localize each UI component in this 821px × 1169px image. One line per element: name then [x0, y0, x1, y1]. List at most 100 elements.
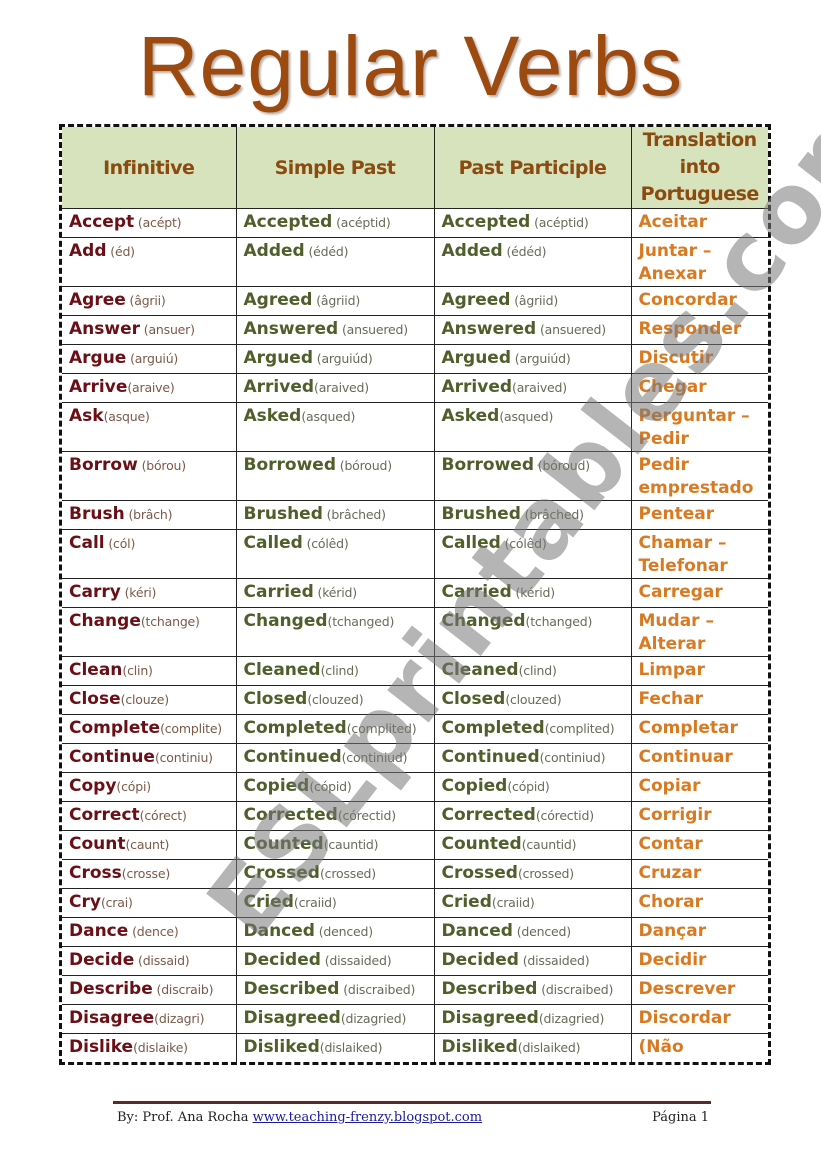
cell-translation: Aceitar	[630, 208, 768, 238]
cell-infinitive-pronunciation: (tchange)	[140, 614, 200, 629]
cell-infinitive-pronunciation: (asque)	[103, 409, 150, 424]
cell-simple-past-pronunciation: (bóroud)	[336, 458, 392, 473]
table-row: Close(clouze) Closed(clouzed) Closed(clouz…	[62, 685, 768, 715]
table-row: Change(tchange) Changed(tchanged) Changed(…	[62, 607, 768, 657]
cell-past-participle-pronunciation: (clind)	[518, 663, 557, 678]
cell-simple-past: Agreed (âgriid)	[235, 286, 435, 316]
cell-past-participle-pronunciation: (denced)	[512, 924, 571, 939]
page-title: Regular Verbs	[137, 19, 684, 113]
cell-infinitive-pronunciation: (córect)	[139, 808, 187, 823]
cell-infinitive: Ask(asque)	[62, 402, 237, 452]
cell-simple-past-pronunciation: (acéptid)	[332, 215, 391, 230]
cell-infinitive-pronunciation: (dizagri)	[154, 1011, 205, 1026]
cell-infinitive-pronunciation: (dissaid)	[134, 953, 190, 968]
cell-translation: Limpar	[630, 656, 768, 686]
cell-simple-past: Added (édéd)	[235, 237, 435, 287]
footer-author: By: Prof. Ana Rocha	[117, 1110, 253, 1125]
cell-simple-past-pronunciation: (córectid)	[337, 808, 396, 823]
cell-past-participle: Disliked(dislaiked)	[433, 1033, 632, 1062]
cell-past-participle-pronunciation: (bóroud)	[534, 458, 590, 473]
cell-infinitive: Brush (brâch)	[62, 500, 237, 530]
cell-past-participle: Agreed (âgriid)	[433, 286, 632, 316]
cell-past-participle-word: Decided	[441, 950, 519, 970]
cell-simple-past-pronunciation: (tchanged)	[327, 614, 395, 629]
cell-simple-past-pronunciation: (crossed)	[319, 866, 376, 881]
cell-past-participle-pronunciation: (crossed)	[517, 866, 574, 881]
cell-infinitive-word: Cry	[69, 892, 101, 912]
cell-infinitive-pronunciation: (bórou)	[137, 458, 187, 473]
cell-simple-past: Borrowed (bóroud)	[235, 451, 435, 501]
table-row: Correct(córect) Corrected(córectid) Correc…	[62, 801, 768, 831]
cell-past-participle: Brushed (brâched)	[433, 500, 632, 530]
cell-simple-past-word: Continued	[243, 747, 342, 767]
cell-simple-past-word: Cleaned	[243, 660, 321, 680]
cell-simple-past-word: Answered	[243, 319, 339, 339]
cell-translation: Pedir emprestado	[630, 451, 768, 501]
cell-simple-past: Copied(cópid)	[235, 772, 435, 802]
cell-simple-past-pronunciation: (complited)	[346, 721, 417, 736]
cell-simple-past-word: Counted	[243, 834, 324, 854]
cell-infinitive-word: Cross	[69, 863, 122, 883]
cell-simple-past-pronunciation: (craiid)	[293, 895, 337, 910]
cell-simple-past: Asked(asqued)	[235, 402, 435, 452]
table-row: Cross(crosse) Crossed(crossed) Crossed(cro…	[62, 859, 768, 889]
cell-simple-past-word: Called	[243, 533, 303, 553]
cell-infinitive-word: Correct	[69, 805, 140, 825]
cell-past-participle-pronunciation: (édéd)	[502, 244, 547, 259]
table-row: Accept (acépt) Accepted (acéptid) Accepted…	[62, 208, 768, 238]
cell-simple-past-word: Copied	[243, 776, 310, 796]
cell-infinitive-word: Agree	[69, 290, 126, 310]
cell-translation: Corrigir	[630, 801, 768, 831]
cell-infinitive: Borrow (bórou)	[62, 451, 237, 501]
cell-translation: Discutir	[630, 344, 768, 374]
cell-infinitive: Cry(crai)	[62, 888, 237, 918]
cell-past-participle-pronunciation: (acéptid)	[530, 215, 589, 230]
cell-simple-past: Described (discraibed)	[235, 975, 435, 1005]
table-row: Brush (brâch) Brushed (brâched) Brushed (b…	[62, 500, 768, 530]
cell-past-participle-pronunciation: (craiid)	[491, 895, 535, 910]
cell-simple-past: Danced (denced)	[235, 917, 435, 947]
cell-past-participle: Answered (ansuered)	[433, 315, 632, 345]
cell-infinitive-pronunciation: (éd)	[106, 244, 135, 259]
cell-infinitive-word: Decide	[69, 950, 135, 970]
cell-past-participle: Cried(craiid)	[433, 888, 632, 918]
cell-simple-past: Carried (kérid)	[235, 578, 435, 608]
cell-infinitive: Dislike(dislaike)	[62, 1033, 237, 1062]
cell-past-participle-word: Borrowed	[441, 455, 535, 475]
footer-link[interactable]: www.teaching-frenzy.blogspot.com	[253, 1110, 482, 1125]
cell-infinitive-word: Change	[69, 611, 141, 631]
cell-simple-past-pronunciation: (asqued)	[301, 409, 356, 424]
cell-infinitive-word: Accept	[69, 212, 135, 232]
cell-past-participle-word: Asked	[441, 406, 500, 426]
cell-past-participle-word: Brushed	[441, 504, 521, 524]
cell-simple-past-pronunciation: (dislaiked)	[319, 1040, 383, 1055]
cell-translation: Responder	[630, 315, 768, 345]
cell-past-participle: Disagreed(dizagried)	[433, 1004, 632, 1034]
table-row: Carry (kéri) Carried (kérid) Carried (kéri…	[62, 578, 768, 608]
cell-simple-past-pronunciation: (araived)	[314, 380, 369, 395]
cell-simple-past-pronunciation: (kérid)	[313, 585, 358, 600]
cell-past-participle-pronunciation: (araived)	[512, 380, 567, 395]
table-row: Borrow (bórou) Borrowed (bóroud) Borrowed …	[62, 451, 768, 501]
header-simple-past: Simple Past	[235, 127, 435, 209]
cell-simple-past: Closed(clouzed)	[235, 685, 435, 715]
cell-infinitive-word: Copy	[69, 776, 117, 796]
cell-infinitive-pronunciation: (complite)	[160, 721, 222, 736]
table-row: Count(caunt) Counted(cauntid) Counted(caun…	[62, 830, 768, 860]
table-row: Ask(asque) Asked(asqued) Asked(asqued) Perg…	[62, 402, 768, 452]
cell-simple-past: Changed(tchanged)	[235, 607, 435, 657]
cell-infinitive-pronunciation: (araive)	[127, 380, 175, 395]
cell-past-participle: Copied(cópid)	[433, 772, 632, 802]
cell-past-participle-pronunciation: (âgriid)	[510, 293, 558, 308]
cell-past-participle: Arrived(araived)	[433, 373, 632, 403]
cell-past-participle-pronunciation: (cópid)	[507, 779, 550, 794]
cell-simple-past-word: Decided	[243, 950, 321, 970]
cell-simple-past-word: Described	[243, 979, 340, 999]
cell-past-participle-word: Agreed	[441, 290, 511, 310]
cell-infinitive: Count(caunt)	[62, 830, 237, 860]
cell-translation: Pentear	[630, 500, 768, 530]
cell-infinitive-word: Carry	[69, 582, 121, 602]
cell-infinitive: Answer (ansuer)	[62, 315, 237, 345]
cell-translation: Perguntar – Pedir	[630, 402, 768, 452]
cell-past-participle-word: Completed	[441, 718, 545, 738]
